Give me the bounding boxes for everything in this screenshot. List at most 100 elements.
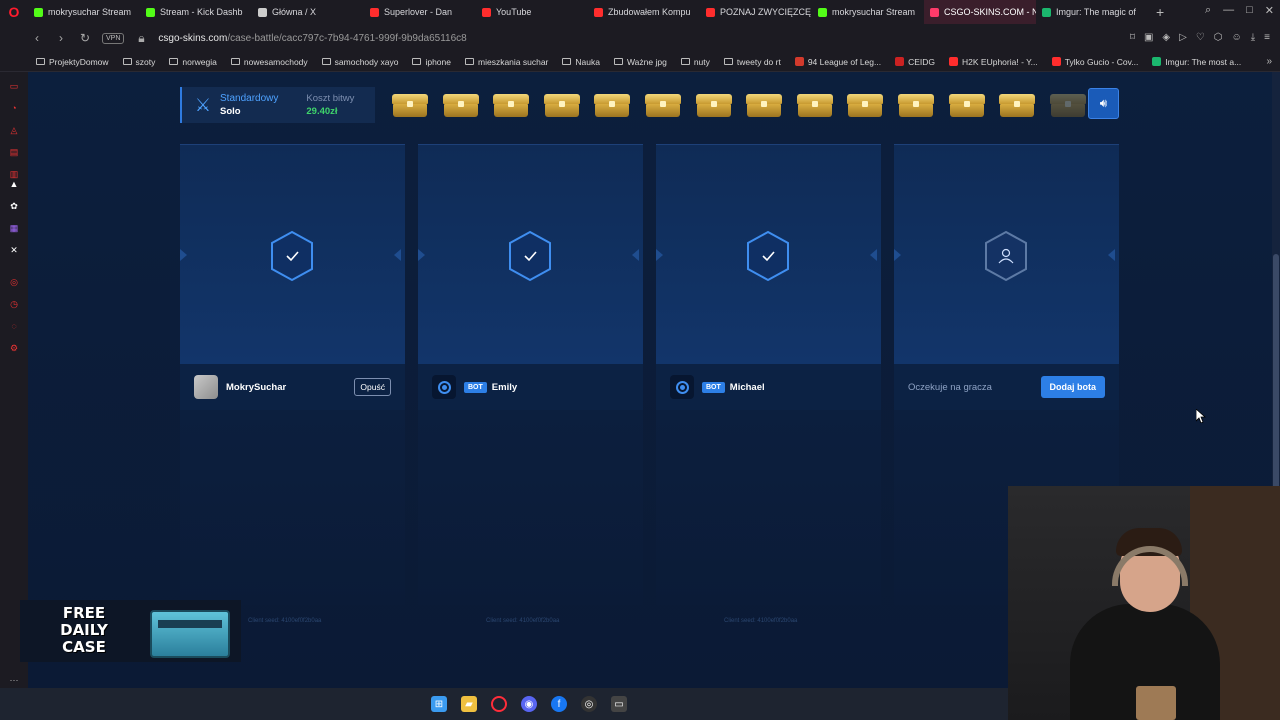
player-info-row: BOT Michael	[656, 364, 881, 410]
workspace-icon[interactable]: ◎	[8, 276, 20, 288]
wallet-icon[interactable]: ◬	[8, 124, 20, 136]
forward-button[interactable]: ›	[54, 31, 68, 45]
folder-icon	[723, 58, 733, 65]
bookmark-label: Imgur: The most a...	[1165, 56, 1242, 67]
history-icon[interactable]: ◔	[8, 102, 20, 114]
folder-icon	[465, 58, 474, 65]
bookmark-item[interactable]: nuty	[680, 56, 710, 67]
speed-dial-icon[interactable]: ▭	[8, 80, 20, 92]
browser-tab[interactable]: YouTube	[476, 0, 588, 24]
case-icon	[594, 92, 631, 118]
browser-tab[interactable]: Zbudowałem Kompu	[588, 0, 700, 24]
bookmark-label: iphone	[425, 56, 451, 67]
download-icon[interactable]: ⤓	[1251, 32, 1255, 43]
back-button[interactable]: ‹	[30, 31, 44, 45]
bookmarks-overflow-icon[interactable]: »	[1266, 56, 1272, 67]
discord-icon[interactable]: ◉	[521, 696, 537, 712]
bookmark-item[interactable]: Nauka	[562, 57, 600, 67]
profile-icon[interactable]: ☺	[1232, 32, 1242, 43]
opera-logo-icon[interactable]: O	[0, 0, 28, 24]
browser-tab[interactable]: mokrysuchar Stream	[28, 0, 140, 24]
browser-tab[interactable]: Superlover - Dan	[364, 0, 476, 24]
lock-icon[interactable]: 🔒︎	[134, 31, 148, 46]
settings-icon[interactable]: ⚙	[8, 342, 20, 354]
extensions-icon[interactable]: ⬡	[1214, 32, 1223, 43]
facebook-icon[interactable]: f	[551, 696, 567, 712]
player-name: Michael	[729, 381, 765, 393]
tab-favicon-icon	[706, 7, 715, 17]
bookmark-item[interactable]: mieszkania suchar	[465, 57, 548, 67]
terminal-icon[interactable]: ▭	[611, 696, 627, 712]
bookmark-item[interactable]: samochody xayo	[321, 57, 398, 67]
play-icon[interactable]: ▷	[1179, 32, 1187, 43]
browser-tab[interactable]: mokrysuchar Stream	[812, 0, 924, 24]
sound-toggle-button[interactable]: 🔊︎	[1088, 88, 1119, 119]
bookmark-item[interactable]: CEIDG	[895, 57, 935, 67]
shield-icon[interactable]: ◈	[1162, 32, 1170, 43]
browser-tab[interactable]: Imgur: The magic of	[1036, 0, 1148, 24]
left-marker-icon	[180, 249, 187, 261]
browser-tab[interactable]: CSGO-SKINS.COM - Naj✕	[924, 0, 1036, 24]
bookmark-item[interactable]: H2K EUphoria! - Y...	[949, 57, 1038, 67]
chat-icon[interactable]: ◌	[8, 320, 20, 332]
bookmark-label: norwegia	[182, 56, 217, 67]
bookmark-item[interactable]: Imgur: The most a...	[1152, 57, 1241, 67]
player-info-row: MokrySuchar Opuść	[180, 364, 405, 410]
bookmark-item[interactable]: Tylko Gucio - Cov...	[1051, 56, 1139, 67]
more-icon[interactable]: ⋯	[8, 674, 20, 686]
battle-mode-sub: Solo	[220, 106, 241, 117]
case-icon	[897, 92, 934, 118]
url-domain: csgo-skins.com	[158, 32, 228, 44]
maximize-button[interactable]: □	[1246, 4, 1253, 17]
clock-icon[interactable]: ◷	[8, 298, 20, 310]
browser-tab[interactable]: POZNAJ ZWYCIĘZCĘ	[700, 0, 812, 24]
close-window-button[interactable]: ✕	[1265, 4, 1274, 17]
opera-sidebar: ▭ ◔ ◬ ▤ ▥ ▲ ✿ ▦ ✕ ◎ ◷ ◌ ⚙ ⋯	[0, 72, 28, 688]
windows-start-icon[interactable]: ⊞	[431, 696, 447, 712]
right-marker-icon	[1108, 249, 1115, 261]
bookmark-item[interactable]: Ważne jpg	[613, 57, 667, 67]
url-field[interactable]: csgo-skins.com/case-battle/cacc797c-7b94…	[158, 33, 466, 44]
heart-icon[interactable]: ♡	[1196, 32, 1205, 43]
tab-favicon-icon	[594, 7, 603, 17]
tab-favicon-icon	[258, 7, 267, 17]
bookmark-item[interactable]: iphone	[412, 57, 451, 67]
vpn-badge[interactable]: VPN	[102, 32, 125, 44]
tab-favicon-icon	[370, 7, 379, 17]
x-icon[interactable]: ✕	[8, 244, 20, 256]
bookmark-label: nuty	[693, 56, 710, 67]
bookmark-icon[interactable]: ⌑	[1130, 32, 1135, 43]
messenger-icon[interactable]: ▤	[8, 146, 20, 158]
chatgpt-icon[interactable]: ✿	[8, 200, 20, 212]
tab-favicon-icon	[818, 7, 827, 17]
snapshot-icon[interactable]: ▣	[1144, 32, 1153, 43]
case-icon	[644, 92, 681, 118]
avatar[interactable]	[194, 375, 218, 399]
bookmark-item[interactable]: norwegia	[169, 57, 217, 67]
browser-tab[interactable]: Stream - Kick Dashb	[140, 0, 252, 24]
tab-title: Zbudowałem Kompu	[608, 7, 691, 17]
menu-icon[interactable]: ≡	[1264, 32, 1270, 43]
twitch-icon[interactable]: ▦	[8, 222, 20, 234]
browser-tab[interactable]: Główna / X	[252, 0, 364, 24]
bookmark-item[interactable]: szoty	[122, 57, 155, 67]
bookmark-item[interactable]: 94 League of Leg...	[794, 57, 881, 67]
tab-favicon-icon	[34, 7, 43, 17]
search-icon[interactable]: ⌕	[1205, 4, 1211, 17]
reload-button[interactable]: ↻	[78, 31, 92, 45]
new-tab-button[interactable]: +	[1148, 4, 1172, 20]
free-daily-case-promo[interactable]: FREE DAILY CASE	[20, 600, 241, 662]
opera-taskbar-icon[interactable]	[491, 696, 507, 712]
minimize-button[interactable]: —	[1223, 4, 1234, 17]
bookmark-item[interactable]: tweety do rt	[723, 57, 781, 67]
leave-battle-button[interactable]: Opuść	[354, 378, 391, 396]
file-explorer-icon[interactable]: ▰	[461, 696, 477, 712]
add-bot-button[interactable]: Dodaj bota	[1040, 376, 1105, 398]
aria-icon[interactable]: ▲	[8, 178, 20, 190]
bookmark-label: Tylko Gucio - Cov...	[1064, 56, 1139, 67]
battle-mode-panel: ⚔ Standardowy Solo Koszt bitwy 29.40zł	[180, 87, 375, 123]
obs-icon[interactable]: ◎	[581, 696, 597, 712]
tab-title: Główna / X	[272, 7, 317, 17]
bookmark-item[interactable]: ProjektyDomow	[36, 57, 109, 67]
bookmark-item[interactable]: nowesamochody	[230, 57, 308, 67]
